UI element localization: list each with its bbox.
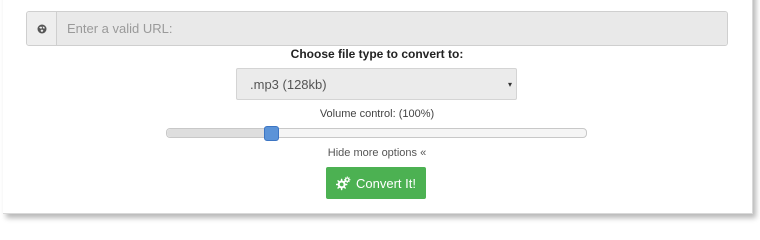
file-type-selected-value: .mp3 (128kb) — [250, 77, 327, 92]
url-input[interactable] — [57, 12, 727, 45]
volume-slider[interactable] — [166, 126, 587, 141]
gears-icon — [336, 175, 351, 190]
volume-slider-handle[interactable] — [264, 126, 279, 141]
file-type-select[interactable]: .mp3 (128kb) ▾ — [236, 68, 517, 100]
convert-button[interactable]: Convert It! — [326, 167, 426, 199]
converter-screen: g Choose file type to convert to: .mp3 (… — [0, 0, 760, 221]
convert-button-label: Convert It! — [356, 175, 416, 191]
converter-card: g Choose file type to convert to: .mp3 (… — [3, 0, 753, 214]
globe-icon-svg — [37, 24, 46, 33]
file-type-label: Choose file type to convert to: — [290, 47, 464, 61]
volume-slider-fill — [167, 129, 272, 137]
hide-more-options-link[interactable]: Hide more options « — [3, 147, 751, 160]
globe-icon — [27, 12, 57, 45]
url-input-group — [26, 11, 728, 46]
volume-control-label: Volume control: (100%) — [319, 108, 435, 120]
chevron-down-icon: ▾ — [507, 80, 512, 89]
